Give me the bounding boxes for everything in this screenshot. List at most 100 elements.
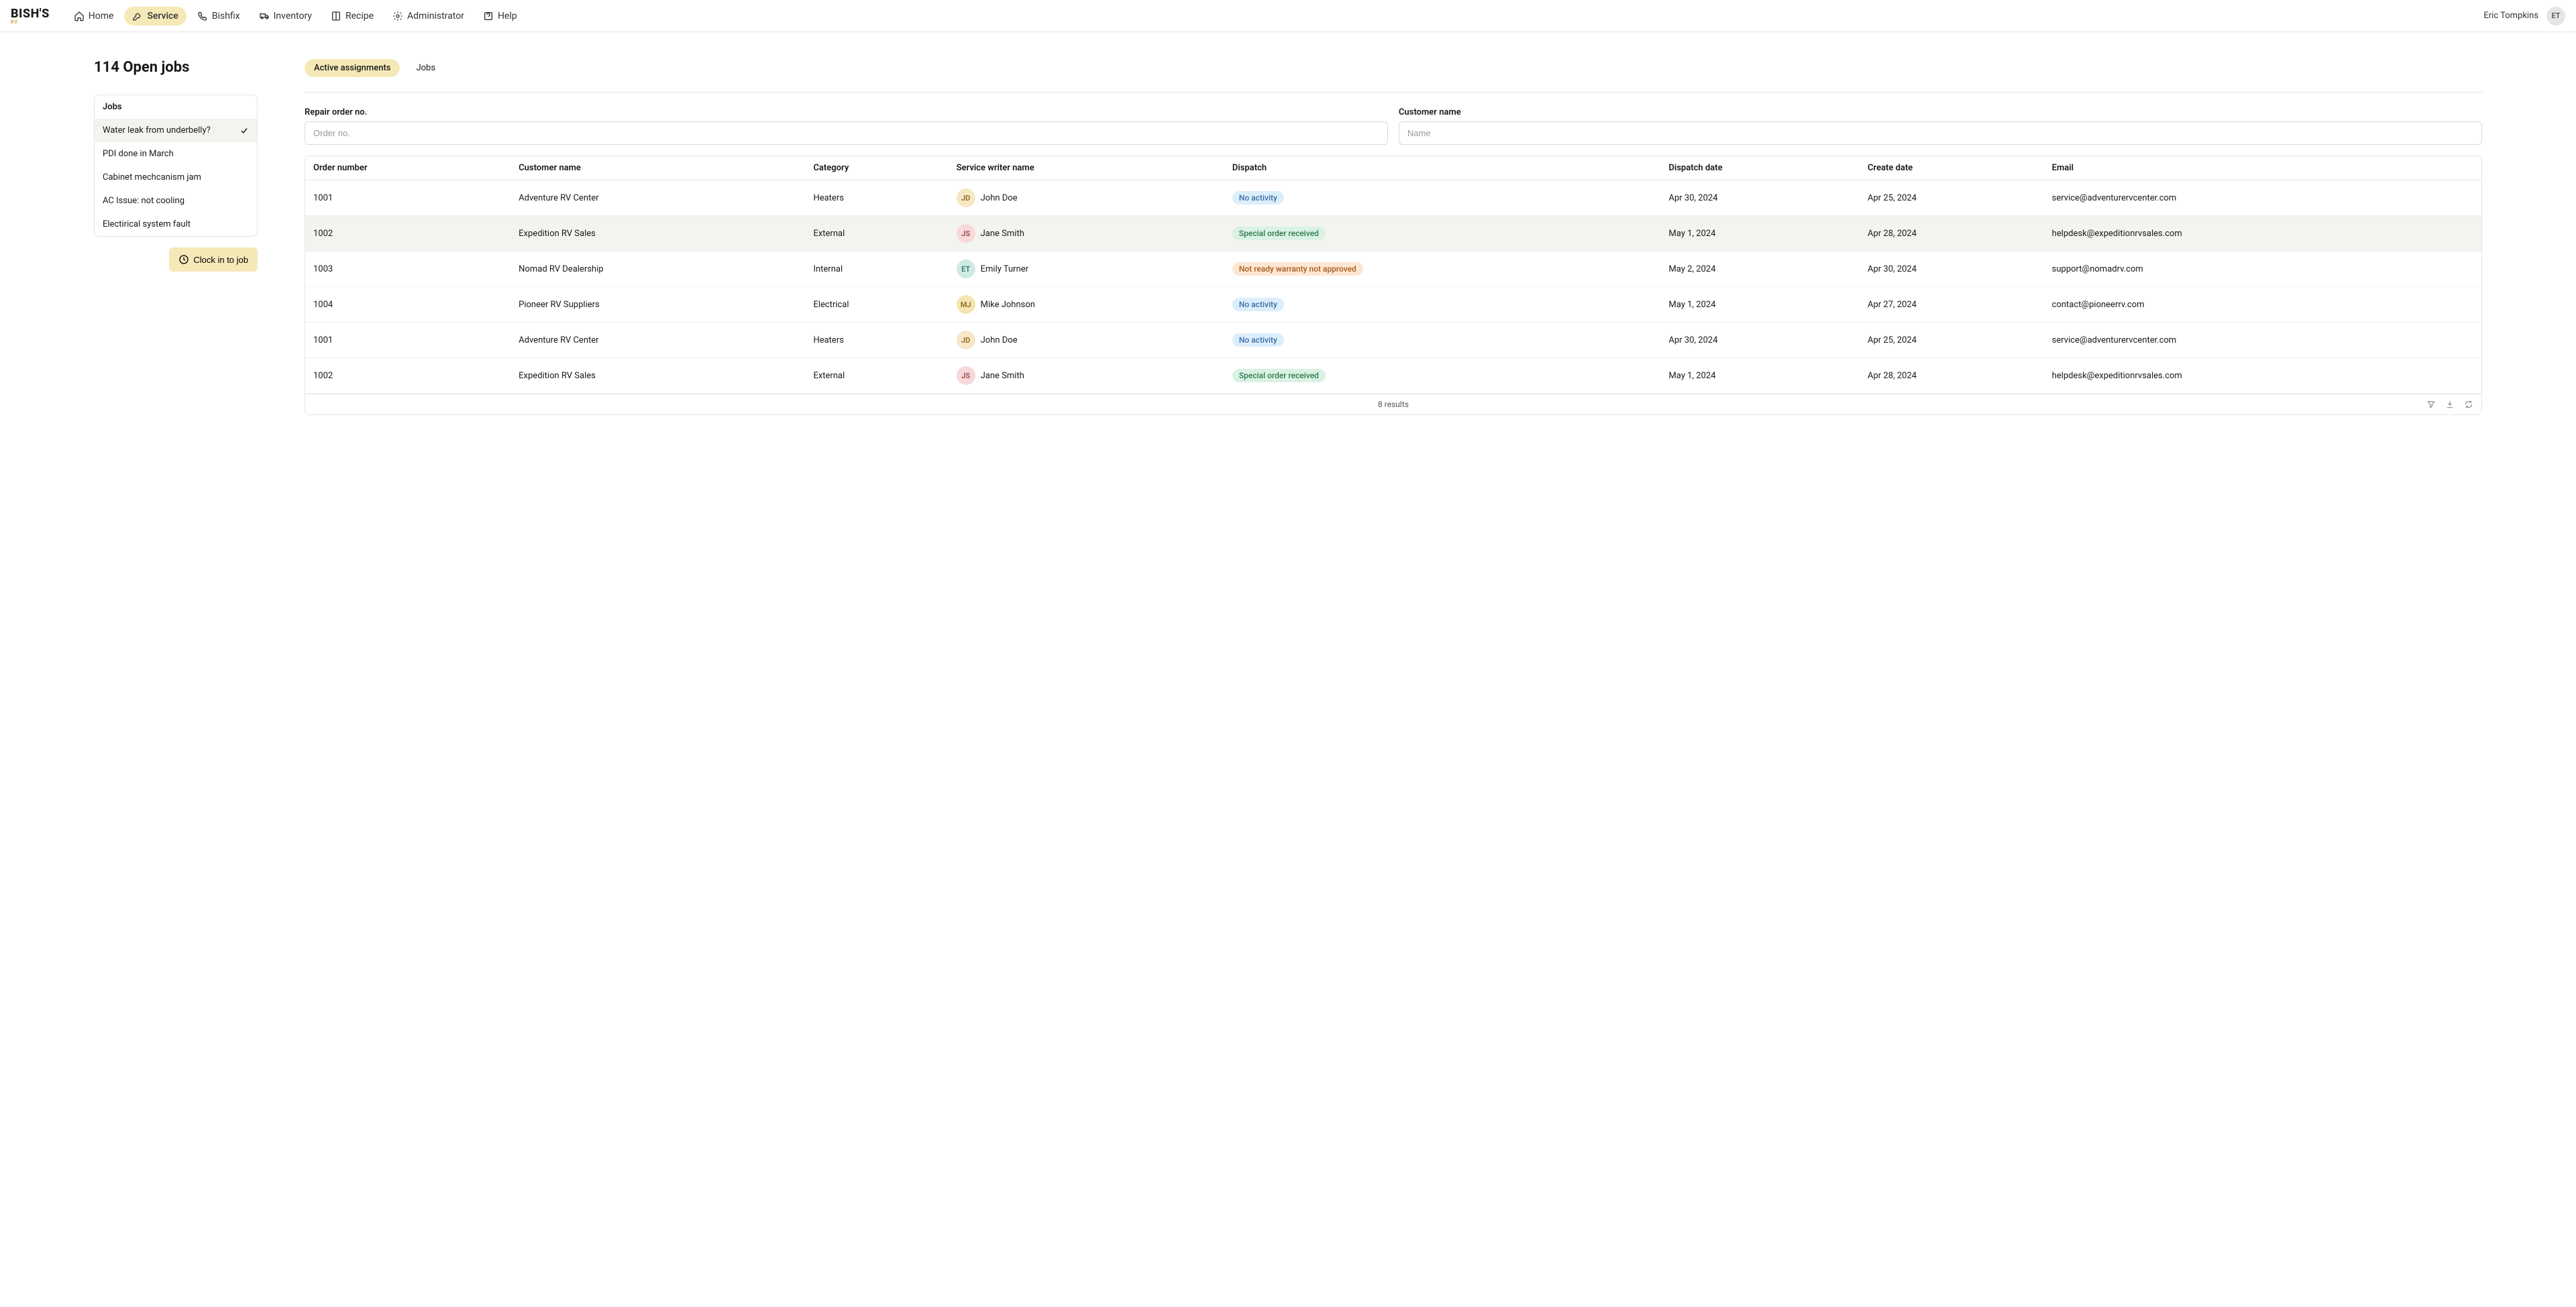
table-row[interactable]: 1004Pioneer RV SuppliersElectricalMJMike… bbox=[305, 287, 2481, 323]
filter-customer-label: Customer name bbox=[1399, 107, 2482, 117]
job-item[interactable]: PDI done in March bbox=[95, 142, 257, 166]
wrench-icon bbox=[132, 11, 143, 21]
cell-email: helpdesk@expeditionrvsales.com bbox=[2047, 216, 2481, 251]
table-row[interactable]: 1001Adventure RV CenterHeatersJDJohn Doe… bbox=[305, 323, 2481, 358]
phone-icon bbox=[197, 11, 208, 21]
gear-icon bbox=[392, 11, 403, 21]
cell-create-date: Apr 25, 2024 bbox=[1862, 180, 2047, 216]
dispatch-badge: No activity bbox=[1232, 333, 1284, 347]
assignments-table: Order numberCustomer nameCategoryService… bbox=[305, 156, 2482, 415]
cell-dispatch-date: May 2, 2024 bbox=[1664, 251, 1863, 287]
nav-item-inventory[interactable]: Inventory bbox=[251, 7, 320, 25]
cell-order: 1001 bbox=[305, 323, 513, 358]
cell-order: 1001 bbox=[305, 180, 513, 216]
cell-dispatch: No activity bbox=[1227, 287, 1664, 323]
download-icon[interactable] bbox=[2445, 400, 2455, 409]
sidebar: 114 Open jobs Jobs Water leak from under… bbox=[94, 59, 258, 415]
check-icon bbox=[239, 126, 249, 135]
refresh-icon[interactable] bbox=[2464, 400, 2473, 409]
cell-dispatch: Not ready warranty not approved bbox=[1227, 251, 1664, 287]
user-avatar[interactable]: ET bbox=[2546, 7, 2565, 25]
clock-icon bbox=[178, 254, 189, 265]
tab-jobs[interactable]: Jobs bbox=[407, 59, 445, 77]
col-header[interactable]: Dispatch bbox=[1227, 156, 1664, 180]
cell-dispatch: Special order received bbox=[1227, 358, 1664, 394]
nav-item-recipe[interactable]: Recipe bbox=[323, 7, 382, 25]
col-header[interactable]: Category bbox=[808, 156, 951, 180]
cell-category: Electrical bbox=[808, 287, 951, 323]
nav-label: Home bbox=[89, 11, 114, 21]
order-no-input[interactable] bbox=[305, 121, 1388, 145]
content-area: Active assignmentsJobs Repair order no. … bbox=[305, 59, 2482, 415]
cell-category: External bbox=[808, 216, 951, 251]
tab-label: Jobs bbox=[416, 63, 435, 73]
table-footer: 8 results bbox=[305, 394, 2481, 414]
cell-writer: JSJane Smith bbox=[951, 358, 1227, 394]
content-tabs: Active assignments Jobs bbox=[305, 59, 2482, 77]
filter-order: Repair order no. bbox=[305, 107, 1388, 145]
cell-order: 1004 bbox=[305, 287, 513, 323]
filter-order-label: Repair order no. bbox=[305, 107, 1388, 117]
dispatch-badge: No activity bbox=[1232, 191, 1284, 205]
writer-avatar: MJ bbox=[957, 295, 975, 314]
col-header[interactable]: Service writer name bbox=[951, 156, 1227, 180]
cell-customer: Adventure RV Center bbox=[513, 180, 808, 216]
home-icon bbox=[74, 11, 85, 21]
cell-dispatch: No activity bbox=[1227, 323, 1664, 358]
writer-avatar: JS bbox=[957, 224, 975, 243]
dispatch-badge: Not ready warranty not approved bbox=[1232, 262, 1363, 276]
nav-item-administrator[interactable]: Administrator bbox=[384, 7, 472, 25]
writer-avatar: JD bbox=[957, 188, 975, 207]
tab-active-assignments[interactable]: Active assignments bbox=[305, 59, 400, 77]
cell-dispatch-date: May 1, 2024 bbox=[1664, 287, 1863, 323]
cell-category: External bbox=[808, 358, 951, 394]
cell-email: service@adventurervcenter.com bbox=[2047, 180, 2481, 216]
nav-item-help[interactable]: Help bbox=[475, 7, 525, 25]
divider bbox=[305, 92, 2482, 93]
job-label: AC Issue: not cooling bbox=[103, 196, 184, 206]
dispatch-badge: Special order received bbox=[1232, 369, 1326, 382]
main-content: 114 Open jobs Jobs Water leak from under… bbox=[0, 32, 2576, 415]
table-row[interactable]: 1002Expedition RV SalesExternalJSJane Sm… bbox=[305, 358, 2481, 394]
dispatch-badge: Special order received bbox=[1232, 227, 1326, 240]
cell-order: 1002 bbox=[305, 216, 513, 251]
cell-order: 1003 bbox=[305, 251, 513, 287]
top-bar-left: BISH'S RV Home ServiceBishfix Inventory Rec… bbox=[11, 7, 525, 25]
nav-item-bishfix[interactable]: Bishfix bbox=[189, 7, 248, 25]
nav-label: Inventory bbox=[274, 11, 312, 21]
cell-email: support@nomadrv.com bbox=[2047, 251, 2481, 287]
cell-create-date: Apr 28, 2024 bbox=[1862, 216, 2047, 251]
cell-dispatch-date: May 1, 2024 bbox=[1664, 216, 1863, 251]
col-header[interactable]: Customer name bbox=[513, 156, 808, 180]
nav-item-service[interactable]: Service bbox=[124, 7, 186, 25]
col-header[interactable]: Create date bbox=[1862, 156, 2047, 180]
help-icon bbox=[483, 11, 494, 21]
job-item[interactable]: Electirical system fault bbox=[95, 213, 257, 236]
table-row[interactable]: 1001Adventure RV CenterHeatersJDJohn Doe… bbox=[305, 180, 2481, 216]
cell-create-date: Apr 30, 2024 bbox=[1862, 251, 2047, 287]
user-name: Eric Tompkins bbox=[2483, 11, 2538, 21]
clock-in-button[interactable]: Clock in to job bbox=[169, 247, 258, 272]
job-item[interactable]: Water leak from underbelly? bbox=[95, 119, 257, 142]
cell-dispatch: No activity bbox=[1227, 180, 1664, 216]
cell-customer: Expedition RV Sales bbox=[513, 216, 808, 251]
table-row[interactable]: 1003Nomad RV DealershipInternalETEmily T… bbox=[305, 251, 2481, 287]
col-header[interactable]: Order number bbox=[305, 156, 513, 180]
table-scroll[interactable]: Order numberCustomer nameCategoryService… bbox=[305, 156, 2481, 394]
page-title: 114 Open jobs bbox=[94, 59, 258, 76]
col-header[interactable]: Email bbox=[2047, 156, 2481, 180]
table-row[interactable]: 1002Expedition RV SalesExternalJSJane Sm… bbox=[305, 216, 2481, 251]
col-header[interactable]: Dispatch date bbox=[1664, 156, 1863, 180]
job-item[interactable]: AC Issue: not cooling bbox=[95, 189, 257, 213]
nav-item-home[interactable]: Home bbox=[66, 7, 122, 25]
cell-email: service@adventurervcenter.com bbox=[2047, 323, 2481, 358]
filter-icon[interactable] bbox=[2426, 400, 2436, 409]
tab-label: Active assignments bbox=[314, 63, 390, 73]
cell-dispatch-date: Apr 30, 2024 bbox=[1664, 323, 1863, 358]
customer-name-input[interactable] bbox=[1399, 121, 2482, 145]
writer-avatar: JD bbox=[957, 331, 975, 349]
cell-dispatch: Special order received bbox=[1227, 216, 1664, 251]
logo[interactable]: BISH'S RV bbox=[11, 7, 50, 25]
cell-category: Internal bbox=[808, 251, 951, 287]
job-item[interactable]: Cabinet mechcanism jam bbox=[95, 166, 257, 189]
